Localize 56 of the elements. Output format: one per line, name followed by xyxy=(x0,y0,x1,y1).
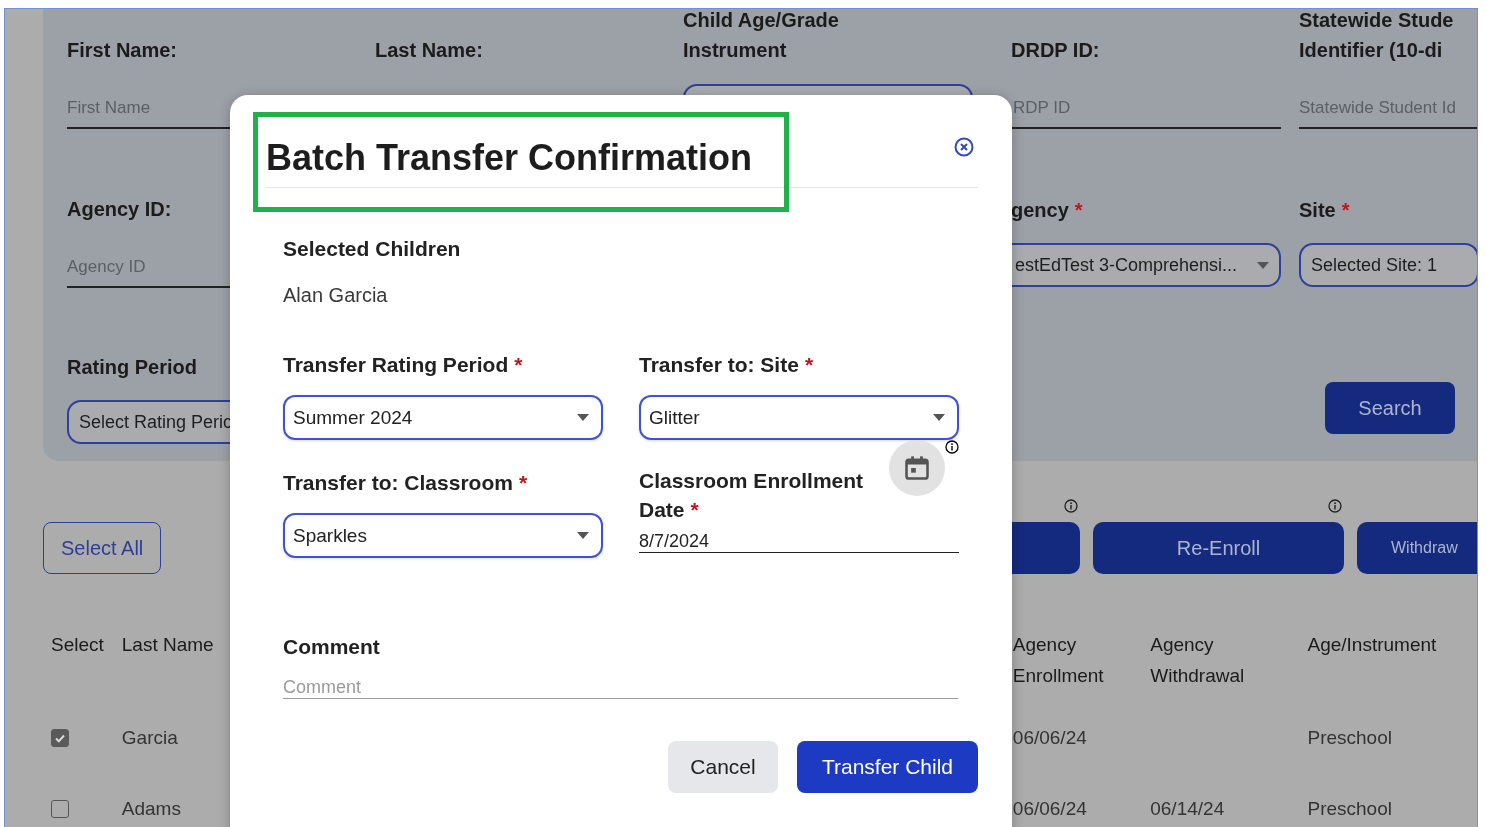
table-cell: 06/14/24 xyxy=(1150,797,1225,819)
required-mark: * xyxy=(804,353,814,376)
table-cell: Preschool xyxy=(1307,797,1392,819)
action-button[interactable]: Re-Enroll xyxy=(1093,522,1344,574)
field-label: Rating Period xyxy=(67,356,197,378)
field-label: Instrument xyxy=(683,39,787,61)
date-field[interactable]: 8/7/2024 xyxy=(639,526,959,553)
close-icon[interactable] xyxy=(954,137,974,157)
search-button[interactable]: Search xyxy=(1325,382,1455,434)
column-header: Agency Enrollment xyxy=(1012,634,1104,686)
column-header: Select xyxy=(51,634,104,655)
dropdown[interactable]: Sparkles xyxy=(283,513,603,558)
field-label: Transfer to: Site xyxy=(639,353,799,376)
column-header: Agency Withdrawal xyxy=(1150,634,1245,686)
field-label: Last Name: xyxy=(375,39,483,61)
dialog-title: Batch Transfer Confirmation xyxy=(266,137,753,179)
field-label: Statewide Stude xyxy=(1299,9,1454,31)
field-label: DRDP ID: xyxy=(1011,39,1100,61)
calendar-icon[interactable] xyxy=(889,440,945,496)
table-cell: 06/06/24 xyxy=(1012,797,1087,819)
info-icon[interactable] xyxy=(945,440,959,454)
cancel-button[interactable]: Cancel xyxy=(668,741,778,793)
field-label: gency xyxy=(1011,199,1069,221)
table-cell: 06/06/24 xyxy=(1012,726,1087,748)
field-label: Transfer to: Classroom xyxy=(283,471,513,494)
required-mark: * xyxy=(518,471,528,494)
field-label: Transfer Rating Period xyxy=(283,353,509,376)
field-label: Classroom Enrollment Date * xyxy=(639,468,865,523)
table-cell: Adams xyxy=(121,797,181,819)
caret-icon xyxy=(933,414,945,421)
caret-icon xyxy=(577,414,589,421)
required-mark: * xyxy=(1341,199,1350,221)
dropdown[interactable]: Glitter xyxy=(639,395,959,440)
field-label: Child Age/Grade xyxy=(683,9,839,31)
field-label: Agency ID: xyxy=(67,198,172,221)
info-icon[interactable] xyxy=(1328,499,1342,513)
caret-icon xyxy=(1257,261,1269,269)
action-button[interactable]: Withdraw xyxy=(1357,522,1477,574)
info-icon[interactable] xyxy=(1064,499,1078,513)
dropdown[interactable]: Summer 2024 xyxy=(283,395,603,440)
transfer-button[interactable]: Transfer Child xyxy=(797,741,978,793)
field-label: Site xyxy=(1299,199,1336,221)
dropdown[interactable]: Selected Site: 1 xyxy=(1299,243,1477,287)
select-all-button[interactable]: Select All xyxy=(43,522,162,574)
row-checkbox[interactable] xyxy=(51,799,69,818)
field-label: Comment xyxy=(283,634,381,660)
field-label: First Name: xyxy=(67,39,178,61)
caret-icon xyxy=(577,532,589,539)
row-checkbox[interactable] xyxy=(51,728,69,747)
required-mark: * xyxy=(514,353,523,376)
column-header: Last Name xyxy=(121,634,214,655)
column-header: Age/Instrument xyxy=(1307,634,1437,655)
required-mark: * xyxy=(1074,199,1083,221)
table-cell: Garcia xyxy=(121,726,178,748)
field-label: Identifier (10-di xyxy=(1299,39,1443,61)
table-cell: Preschool xyxy=(1307,726,1392,748)
